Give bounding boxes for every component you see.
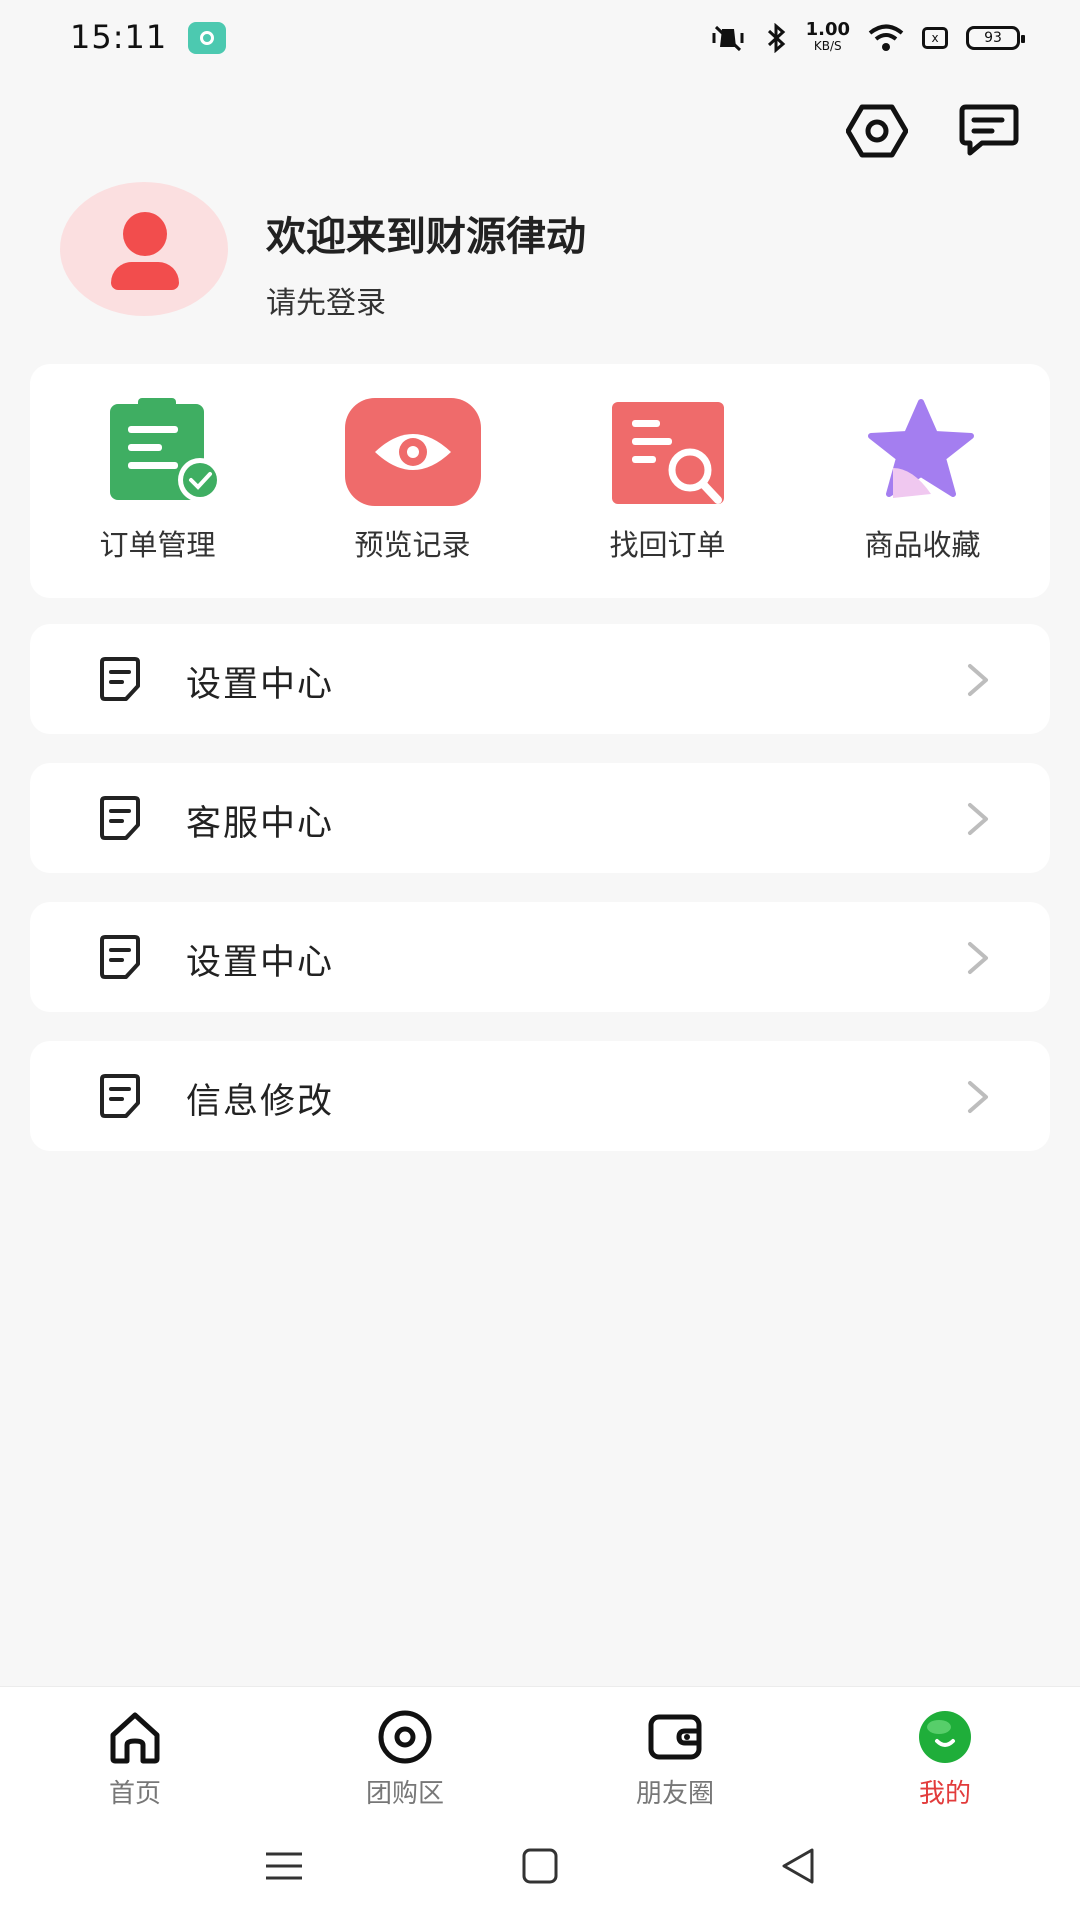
menu-item-settings[interactable]: 设置中心 (30, 624, 1050, 734)
status-time: 15:11 (70, 18, 168, 56)
smile-ball-icon (919, 1711, 971, 1763)
note-icon (100, 796, 140, 840)
home-square-icon[interactable] (518, 1846, 562, 1886)
nav-home[interactable]: 首页 (0, 1687, 270, 1811)
shortcut-order-management[interactable]: 订单管理 (30, 364, 285, 598)
nav-group-buy[interactable]: 团购区 (270, 1687, 540, 1811)
shortcut-preview-history[interactable]: 预览记录 (285, 364, 540, 598)
target-icon (378, 1710, 432, 1764)
avatar-body (111, 262, 179, 290)
menu-icon[interactable] (262, 1846, 306, 1886)
shortcut-label: 商品收藏 (864, 528, 981, 562)
menu-item-label: 设置中心 (186, 665, 335, 705)
shortcut-label: 订单管理 (99, 528, 216, 562)
nav-label: 我的 (918, 1779, 971, 1809)
note-icon (100, 1074, 140, 1118)
chevron-right-icon (968, 664, 988, 696)
nav-label: 朋友圈 (635, 1779, 714, 1809)
status-bar: 15:11 1.00 KB/S x 93 (0, 0, 1080, 80)
settings-button[interactable] (846, 100, 908, 162)
nav-moments[interactable]: 朋友圈 (540, 1687, 810, 1811)
vibrate-icon (712, 25, 744, 52)
messages-button[interactable] (958, 100, 1020, 162)
clipboard-check-icon (109, 398, 222, 502)
shortcut-label: 找回订单 (609, 528, 726, 562)
nav-mine[interactable]: 我的 (810, 1687, 1080, 1811)
welcome-title: 欢迎来到财源律动 (266, 214, 586, 260)
login-prompt[interactable]: 请先登录 (266, 278, 386, 322)
status-icons: 1.00 KB/S x 93 (708, 18, 1025, 58)
shortcut-retrieve-order[interactable]: 找回订单 (540, 364, 795, 598)
hexagon-gear-icon (846, 104, 908, 158)
menu-item-label: 客服中心 (186, 804, 335, 844)
shortcut-card: 订单管理 预览记录 找回订单 商品收藏 (30, 364, 1050, 598)
menu-item-customer-service[interactable]: 客服中心 (30, 763, 1050, 873)
chat-bubble-icon (959, 104, 1019, 156)
shortcut-favorites[interactable]: 商品收藏 (795, 364, 1050, 598)
avatar[interactable] (60, 182, 228, 316)
avatar-head (123, 212, 167, 256)
menu-item-settings-2[interactable]: 设置中心 (30, 902, 1050, 1012)
profile-header[interactable]: 欢迎来到财源律动 请先登录 (60, 182, 960, 322)
shortcut-label: 预览记录 (354, 528, 471, 562)
document-search-icon (611, 402, 724, 504)
back-icon[interactable] (776, 1846, 820, 1886)
star-icon (867, 399, 974, 498)
app-notification-icon (188, 22, 226, 54)
bluetooth-icon (767, 23, 785, 53)
chevron-right-icon (968, 1081, 988, 1113)
menu-item-label: 信息修改 (186, 1082, 335, 1122)
menu-item-label: 设置中心 (186, 943, 335, 983)
network-speed: 1.00 KB/S (805, 19, 850, 54)
wallet-icon (648, 1714, 702, 1760)
system-nav-bar (0, 1810, 1080, 1920)
home-icon (110, 1712, 160, 1764)
battery-icon: 93 (966, 26, 1025, 50)
network-speed-value: 1.00 (805, 19, 850, 40)
menu-item-edit-info[interactable]: 信息修改 (30, 1041, 1050, 1151)
network-speed-unit: KB/S (813, 39, 842, 53)
eye-icon (344, 398, 481, 506)
chevron-right-icon (968, 803, 988, 835)
chevron-right-icon (968, 942, 988, 974)
nav-label: 团购区 (365, 1779, 444, 1809)
note-icon (100, 657, 140, 701)
wifi-icon (868, 24, 904, 51)
bottom-nav: 首页 团购区 朋友圈 我的 (0, 1686, 1080, 1811)
sim-status-icon: x (922, 27, 948, 49)
nav-label: 首页 (108, 1779, 161, 1809)
note-icon (100, 935, 140, 979)
